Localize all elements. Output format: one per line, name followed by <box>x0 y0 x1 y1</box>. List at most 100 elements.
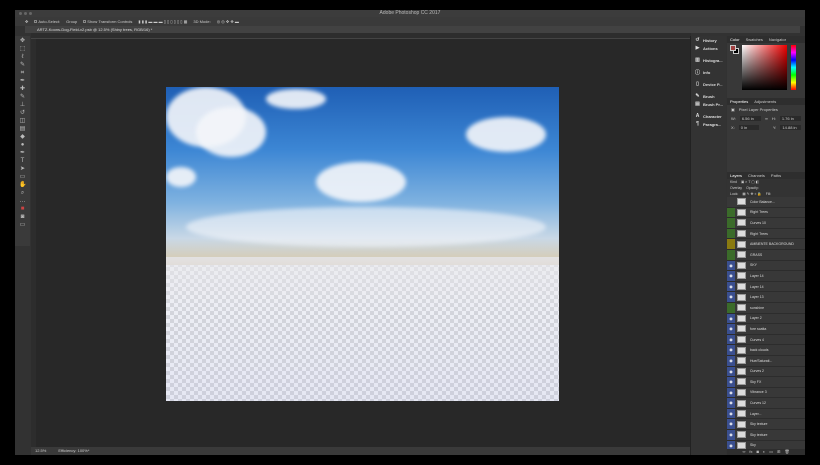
gradient-tool-icon[interactable]: ▤ <box>19 126 26 133</box>
trash-icon[interactable]: 🗑 <box>784 449 789 455</box>
auto-select-checkbox[interactable]: Auto-Select: <box>34 19 60 24</box>
visibility-eye-icon[interactable]: ◉ <box>727 281 735 292</box>
3d-tool-icons[interactable]: ◎ ◎ ✥ ✥ ▬ <box>217 19 239 24</box>
new-layer-icon[interactable]: ⊞ <box>777 449 780 455</box>
screen-mode-tool-icon[interactable]: ▭ <box>19 222 26 229</box>
dodge-tool-icon[interactable]: ● <box>19 142 26 149</box>
layer-row[interactable]: ◉ Curves 4 <box>727 334 805 346</box>
tab-navigator[interactable]: Navigator <box>769 36 786 43</box>
visibility-eye-icon[interactable] <box>727 228 735 239</box>
layer-row[interactable]: Color Balance... <box>727 197 805 208</box>
pen-tool-icon[interactable]: ✒ <box>19 150 26 157</box>
group-icon[interactable]: ▭ <box>769 449 773 455</box>
visibility-eye-icon[interactable] <box>727 207 735 218</box>
visibility-eye-icon[interactable]: ◉ <box>727 271 735 281</box>
adjustment-icon[interactable]: ◐ <box>763 449 765 455</box>
width-field[interactable]: 6.56 in <box>739 116 761 121</box>
lock-icons[interactable]: ▦ ✎ ✥ ⌗ 🔒 <box>742 192 761 196</box>
mask-icon[interactable]: ◙ <box>756 449 758 455</box>
tab-paths[interactable]: Paths <box>771 172 781 179</box>
fill-label[interactable]: Fill: <box>766 192 771 196</box>
y-field[interactable]: 14.88 in <box>780 125 801 130</box>
window-controls[interactable] <box>19 12 32 15</box>
visibility-eye-icon[interactable]: ◉ <box>727 387 735 398</box>
tab-adjustments[interactable]: Adjustments <box>754 98 776 105</box>
visibility-eye-icon[interactable]: ◉ <box>727 377 735 387</box>
kind-filter[interactable]: Kind <box>730 180 737 184</box>
marquee-tool-icon[interactable]: ⬚ <box>19 46 26 53</box>
colors-tool-icon[interactable]: ■ <box>19 206 26 213</box>
layer-row[interactable]: GRASS <box>727 249 805 261</box>
visibility-eye-icon[interactable]: ◉ <box>727 355 735 366</box>
panel-button-history[interactable]: ↺ History <box>691 36 726 44</box>
layer-row[interactable]: ◉ SKY <box>727 260 805 272</box>
visibility-eye-icon[interactable] <box>727 218 735 228</box>
link-icon[interactable]: ∞ <box>765 116 768 121</box>
tab-color[interactable]: Color <box>730 36 740 43</box>
eyedropper-tool-icon[interactable]: ✒ <box>19 78 26 85</box>
layer-row[interactable]: ◉ Layer 14 <box>727 271 805 282</box>
panel-button-actions[interactable]: ▶ Actions <box>691 44 726 52</box>
layer-row[interactable]: ◉ Sky texture <box>727 430 805 441</box>
crop-tool-icon[interactable]: ⌗ <box>19 70 26 77</box>
color-field[interactable] <box>742 45 787 90</box>
quick-mask-tool-icon[interactable]: ◙ <box>19 214 26 221</box>
visibility-eye-icon[interactable]: ◉ <box>727 419 735 430</box>
layer-row[interactable]: ◉ Curves 2 <box>727 366 805 378</box>
zoom-level[interactable]: 12.5% <box>35 447 46 455</box>
panel-button-brushpr[interactable]: ▤ Brush Pr... <box>691 100 726 108</box>
path-select-tool-icon[interactable]: ➤ <box>19 166 26 173</box>
layer-row[interactable]: Curves 10 <box>727 218 805 229</box>
blend-mode-select[interactable]: Overlay <box>730 186 742 190</box>
document-tab[interactable]: ARTZ-Koons-Dog-Field-v2.psb @ 12.5% (Shi… <box>25 26 800 33</box>
layer-row[interactable]: Right Trees <box>727 228 805 240</box>
move-tool-icon[interactable]: ✥ <box>25 19 28 24</box>
eraser-tool-icon[interactable]: ◫ <box>19 118 26 125</box>
tab-properties[interactable]: Properties <box>730 98 748 105</box>
layer-row[interactable]: ◉ Curves 12 <box>727 398 805 409</box>
visibility-eye-icon[interactable]: ◉ <box>727 408 735 419</box>
layer-row[interactable]: ◉ Layer... <box>727 408 805 420</box>
align-icons[interactable]: ▮ ▮ ▮ ▬ ▬ ▬ ▯ ▯ ▯ ▯ ▯ ▯ ▦ <box>138 19 187 24</box>
visibility-eye-icon[interactable] <box>727 302 735 313</box>
layer-row[interactable]: ◉ Layer 2 <box>727 313 805 325</box>
tab-layers[interactable]: Layers <box>730 172 742 179</box>
x-field[interactable]: 0 in <box>738 125 760 130</box>
link-layers-icon[interactable]: ∞ <box>742 449 745 455</box>
move-tool-icon[interactable]: ✥ <box>19 38 26 45</box>
blur-tool-icon[interactable]: ◆ <box>19 134 26 141</box>
height-field[interactable]: 1.76 in <box>779 116 801 121</box>
layer-row[interactable]: ◉ Hue/Saturati... <box>727 355 805 367</box>
group-select[interactable]: Group <box>66 19 77 24</box>
tab-swatches[interactable]: Swatches <box>746 36 763 43</box>
opacity-label[interactable]: Opacity: <box>746 186 759 190</box>
visibility-eye-icon[interactable]: ◉ <box>727 313 735 324</box>
more-tool-icon[interactable]: … <box>19 198 26 205</box>
canvas-area[interactable] <box>36 39 691 447</box>
layer-row[interactable]: ◉ back clouds <box>727 345 805 356</box>
history-brush-tool-icon[interactable]: ↺ <box>19 110 26 117</box>
foreground-color-swatch[interactable] <box>730 45 736 51</box>
panel-button-character[interactable]: A Character <box>691 112 726 120</box>
visibility-eye-icon[interactable]: ◉ <box>727 260 735 271</box>
visibility-eye-icon[interactable]: ◉ <box>727 430 735 440</box>
layer-row[interactable]: ◉ Sky texture <box>727 419 805 431</box>
visibility-eye-icon[interactable]: ◉ <box>727 334 735 345</box>
quick-select-tool-icon[interactable]: ✎ <box>19 62 26 69</box>
lasso-tool-icon[interactable]: ℓ <box>19 54 26 61</box>
layer-row[interactable]: Right Trees <box>727 207 805 219</box>
visibility-eye-icon[interactable] <box>727 239 735 249</box>
stamp-tool-icon[interactable]: ⊥ <box>19 102 26 109</box>
visibility-eye-icon[interactable]: ◉ <box>727 366 735 377</box>
visibility-eye-icon[interactable]: ◉ <box>727 324 735 334</box>
document-image[interactable] <box>166 87 559 401</box>
type-tool-icon[interactable]: T <box>19 158 26 165</box>
layer-row[interactable]: ◉ fore scatta <box>727 324 805 335</box>
panel-button-info[interactable]: ⓘ Info <box>691 68 726 76</box>
layer-row[interactable]: ◉ Vibrance 3 <box>727 387 805 399</box>
visibility-eye-icon[interactable]: ◉ <box>727 292 735 302</box>
panel-button-histogra[interactable]: ▥ Histogra... <box>691 56 726 64</box>
visibility-eye-icon[interactable] <box>727 249 735 260</box>
show-transform-checkbox[interactable]: Show Transform Controls <box>83 19 132 24</box>
hue-slider[interactable] <box>791 45 796 90</box>
